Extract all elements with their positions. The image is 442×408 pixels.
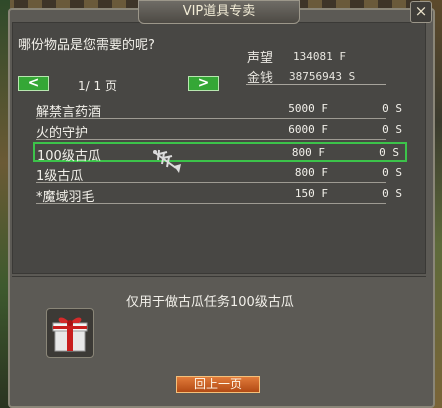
- list-item[interactable]: *魔域羽毛 150 F 0 S: [36, 185, 408, 205]
- reputation-label: 声望: [247, 51, 274, 66]
- item-description: 仅用于做古瓜任务100级古瓜: [126, 295, 294, 310]
- prompt-text: 哪份物品是您需要的呢?: [18, 38, 155, 53]
- item-slot: [46, 308, 94, 358]
- list-item-selected[interactable]: 100级古瓜 800 F 0 S: [33, 142, 407, 164]
- item-price: 800 F: [291, 146, 325, 159]
- list-item[interactable]: 1级古瓜 800 F 0 S: [36, 164, 408, 184]
- fishbone-cursor-icon: [153, 149, 181, 173]
- prev-page-button[interactable]: <: [18, 76, 49, 91]
- list-item[interactable]: 火的守护 6000 F 0 S: [36, 121, 408, 141]
- gift-box-icon: [52, 317, 88, 352]
- row-divider: [36, 139, 386, 140]
- close-button[interactable]: ×: [410, 1, 432, 23]
- page-indicator: 1/ 1 页: [78, 79, 117, 93]
- reputation-value: 134081 F: [293, 50, 346, 63]
- item-name: 100级古瓜: [37, 149, 101, 164]
- item-s-price: 0 S: [379, 146, 399, 159]
- item-price: 800 F: [294, 166, 328, 179]
- window-title: VIP道具专卖: [138, 0, 300, 24]
- stats-divider: [246, 84, 386, 85]
- item-price: 150 F: [294, 187, 328, 200]
- row-divider: [36, 118, 386, 119]
- item-s-price: 0 S: [382, 102, 402, 115]
- item-s-price: 0 S: [382, 123, 402, 136]
- list-item[interactable]: 解禁言药酒 5000 F 0 S: [36, 100, 408, 120]
- item-s-price: 0 S: [382, 187, 402, 200]
- back-button[interactable]: 回上一页: [176, 376, 260, 393]
- item-price: 5000 F: [288, 102, 328, 115]
- item-price: 6000 F: [288, 123, 328, 136]
- row-divider: [36, 203, 386, 204]
- next-page-button[interactable]: >: [188, 76, 219, 91]
- item-s-price: 0 S: [382, 166, 402, 179]
- row-divider: [36, 182, 386, 183]
- money-value: 38756943 S: [289, 70, 356, 83]
